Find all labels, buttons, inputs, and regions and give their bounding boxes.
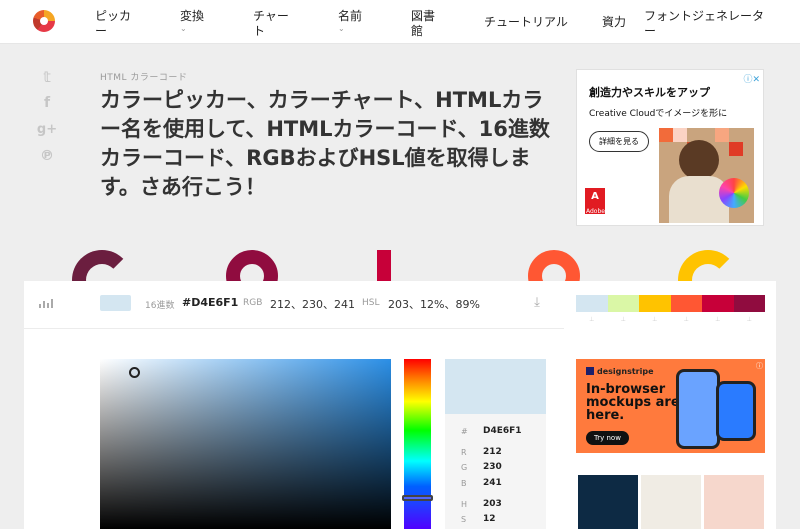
info-key: # xyxy=(461,427,468,436)
chevron-down-icon: ⌄ xyxy=(338,24,345,33)
palette-swatch[interactable] xyxy=(639,295,671,312)
palette-tag-icon[interactable]: ⊥ xyxy=(734,316,766,323)
ad-cta-button[interactable]: Try now xyxy=(586,431,629,445)
phone-mockup-image xyxy=(716,381,756,441)
palette-swatch[interactable] xyxy=(607,295,639,312)
palette-swatch[interactable] xyxy=(702,295,734,312)
page-title: カラーピッカー、カラーチャート、HTMLカラー名を使用して、HTMLカラーコード… xyxy=(100,88,550,199)
ad-brand: designstripe xyxy=(597,367,654,376)
nav-item-chart[interactable]: チャー ト xyxy=(253,9,289,39)
advertisement-adobe[interactable]: ⓘ✕ 創造力やスキルをアップ Creative Cloudでイメージを形に 詳細… xyxy=(576,69,764,226)
ad-headline: In-browser mockups are here. xyxy=(586,382,680,423)
current-color-swatch xyxy=(100,295,131,311)
pinterest-icon[interactable]: ℗ xyxy=(38,147,56,165)
saturation-value-area[interactable] xyxy=(100,359,391,529)
palette-tag-icon[interactable]: ⊥ xyxy=(576,316,608,323)
designstripe-logo-icon xyxy=(586,367,594,375)
info-value: 230 xyxy=(483,462,502,472)
ad-image xyxy=(659,128,754,223)
info-value: 12 xyxy=(483,514,496,524)
hex-value[interactable]: #D4E6F1 xyxy=(182,296,238,309)
page-kicker: HTML カラーコード xyxy=(100,73,188,83)
adchoices-icon[interactable]: ⓘ✕ xyxy=(743,72,760,85)
rgb-value[interactable]: 212、230、241 xyxy=(270,296,355,312)
palette-tag-icon[interactable]: ⊥ xyxy=(608,316,640,323)
ad-title: 創造力やスキルをアップ xyxy=(589,86,710,99)
palette-tag-icon[interactable]: ⊥ xyxy=(639,316,671,323)
ad-cta-button[interactable]: 詳細を見る xyxy=(589,131,649,152)
hsl-value[interactable]: 203、12%、89% xyxy=(388,296,480,312)
info-key: B xyxy=(461,479,467,488)
thumbnail-image[interactable] xyxy=(578,475,638,529)
nav-item-font-generator[interactable]: フォントジェネレータ ー xyxy=(644,9,764,39)
nav-item-resources[interactable]: 資力 xyxy=(602,15,626,30)
hue-slider[interactable] xyxy=(404,359,431,529)
info-key: R xyxy=(461,448,467,457)
palette-tag-icon[interactable]: ⊥ xyxy=(671,316,703,323)
nav-item-library[interactable]: 図書 館 xyxy=(411,9,435,39)
rgb-label: RGB xyxy=(243,298,263,308)
thumbnail-image[interactable] xyxy=(641,475,701,529)
ad-subtitle: Creative Cloudでイメージを形に xyxy=(589,109,728,119)
google-plus-icon[interactable]: g+ xyxy=(37,120,57,138)
divider xyxy=(24,328,564,329)
phone-mockup-image xyxy=(676,369,720,449)
thumbnail-image[interactable] xyxy=(704,475,764,529)
nav-item-convert[interactable]: 変換 ⌄ xyxy=(180,9,204,33)
info-key: H xyxy=(461,500,468,509)
nav-item-tutorial[interactable]: チュートリアル xyxy=(484,15,568,30)
palette-tags: ⊥ ⊥ ⊥ ⊥ ⊥ ⊥ xyxy=(576,316,765,323)
nav-item-names[interactable]: 名前 ⌄ xyxy=(338,9,362,33)
bar-chart-icon[interactable] xyxy=(39,298,55,308)
info-key: G xyxy=(461,463,468,472)
color-preview-swatch xyxy=(445,359,546,414)
nav-item-picker[interactable]: ピッカ ー xyxy=(95,9,131,39)
info-key: S xyxy=(461,515,467,524)
hue-slider-handle[interactable] xyxy=(402,495,433,501)
top-navbar: ピッカ ー 変換 ⌄ チャー ト 名前 ⌄ 図書 館 チュートリアル 資力 フォント… xyxy=(0,0,800,44)
hsl-label: HSL xyxy=(362,298,380,308)
picker-cursor[interactable] xyxy=(129,367,140,378)
info-value: 241 xyxy=(483,478,502,488)
color-wheel-icon xyxy=(719,178,749,208)
site-logo[interactable] xyxy=(33,10,55,32)
chevron-down-icon: ⌄ xyxy=(180,24,187,33)
info-value: 212 xyxy=(483,447,502,457)
info-value: 203 xyxy=(483,499,502,509)
info-value: D4E6F1 xyxy=(483,426,522,436)
adchoices-icon[interactable]: ⓘ xyxy=(756,361,763,371)
download-icon[interactable]: ⤓ xyxy=(530,296,544,310)
palette-swatch[interactable] xyxy=(733,295,765,312)
facebook-icon[interactable]: f xyxy=(38,94,56,112)
twitter-icon[interactable]: 𝕥 xyxy=(38,68,56,86)
palette-swatch[interactable] xyxy=(576,295,608,312)
palette-swatch[interactable] xyxy=(670,295,702,312)
palette-tag-icon[interactable]: ⊥ xyxy=(702,316,734,323)
hex-label: 16進数 xyxy=(145,301,175,311)
advertisement-designstripe[interactable]: designstripe In-browser mockups are here… xyxy=(576,359,765,453)
color-palette xyxy=(576,295,765,312)
